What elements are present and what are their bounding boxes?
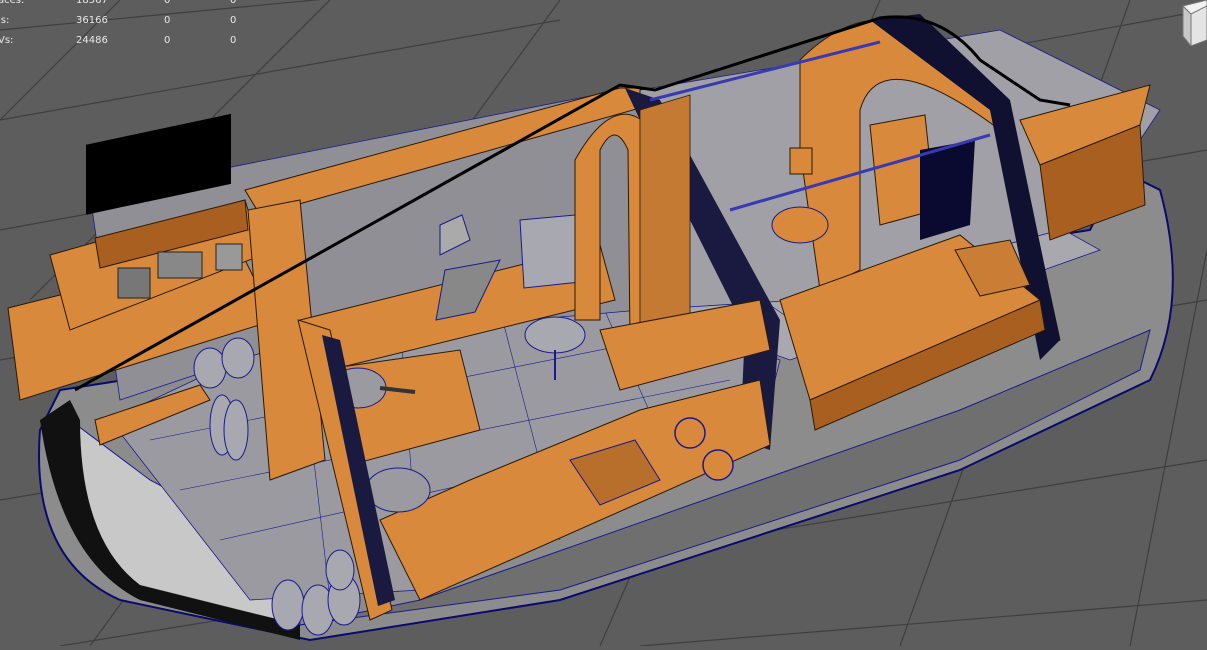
hud-row-value: 0: [164, 15, 171, 26]
hud-row-label: Vs:: [0, 35, 14, 46]
hud-row-value: 18567: [76, 0, 108, 6]
hud-row-label: is:: [0, 15, 10, 26]
viewport-scene: [0, 0, 1207, 647]
hud-row-value: 0: [230, 35, 237, 46]
hud-row-value: 0: [230, 0, 237, 6]
hud-row-label: aces:: [0, 0, 25, 6]
hud-row-value: 0: [164, 35, 171, 46]
viewcube-icon[interactable]: [1177, 0, 1207, 46]
hud-row-value: 0: [164, 0, 171, 6]
hud-row-value: 36166: [76, 15, 108, 26]
hud-row-value: 24486: [76, 35, 108, 46]
hud-row-value: 0: [230, 15, 237, 26]
3d-viewport[interactable]: aces: 18567 0 0 is: 36166 0 0 Vs: 24486 0 0: [0, 0, 1207, 647]
